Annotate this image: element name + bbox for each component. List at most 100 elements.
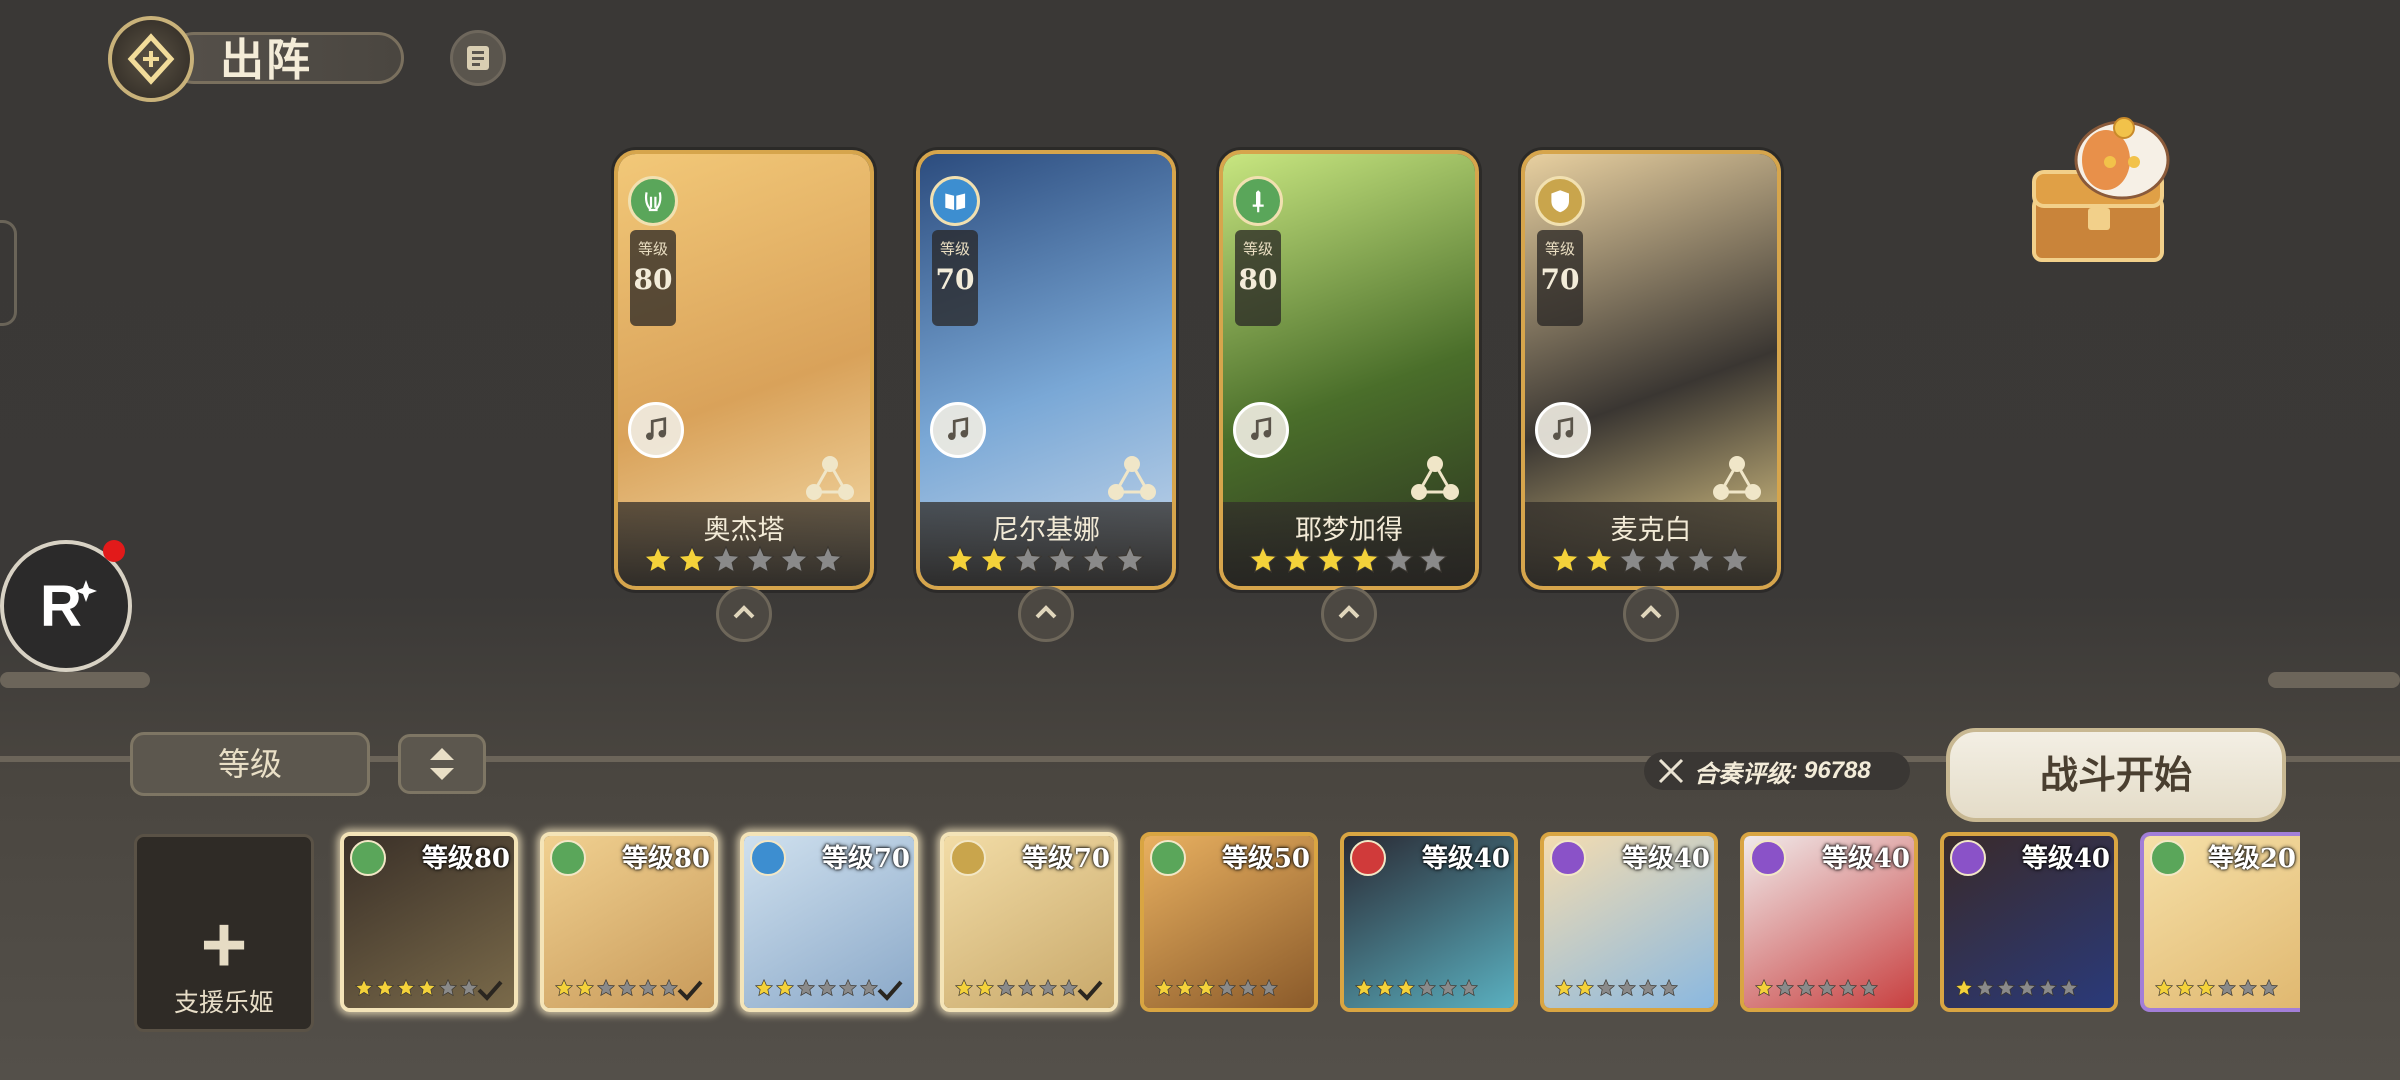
roster-card[interactable]: 等级20 [2140,832,2300,1012]
level-value: 70 [935,263,975,296]
star-filled-icon [1175,978,1195,998]
music-note-icon [1233,402,1289,458]
skill-tree-icon [1405,452,1465,508]
roster-card[interactable]: 等级80 [540,832,718,1012]
book-icon [930,176,980,226]
star-filled-icon [1549,544,1581,576]
roster-card[interactable]: 等级80 [340,832,518,1012]
roster-level: 等级80 [421,844,510,874]
promote-button[interactable] [716,586,772,642]
roster-card[interactable]: 等级40 [1540,832,1718,1012]
character-name: 耶梦加得 [1295,515,1403,546]
star-empty-icon [596,978,616,998]
star-empty-icon [1796,978,1816,998]
roster-card[interactable]: 等级40 [1940,832,2118,1012]
star-rating [1247,544,1457,576]
notes-button[interactable] [450,30,506,86]
lyre-icon [1550,840,1586,876]
team-card[interactable]: 等级 80 耶梦加得 [1219,150,1479,590]
star-empty-icon [1017,978,1037,998]
treasure-chest-icon [2032,117,2170,262]
team-card[interactable]: 等级 70 麦克白 [1521,150,1781,590]
ensemble-rating: 合奏评级 : 96788 [1644,752,1910,790]
treasure-chest-cat-button[interactable] [2014,112,2204,272]
music-note-icon [930,402,986,458]
notification-dot [103,540,125,562]
start-battle-button[interactable]: 战斗开始 [1946,728,2286,822]
lyre-icon [1750,840,1786,876]
roster-level: 等级40 [1621,844,1710,874]
promote-button[interactable] [1321,586,1377,642]
chevron-up-icon [1035,605,1057,619]
star-filled-icon [1554,978,1574,998]
star-rating [1954,978,2079,998]
skill-tree-icon [1102,452,1162,508]
star-empty-icon [1383,544,1415,576]
roster-level: 等级50 [1221,844,1310,874]
star-empty-icon [1859,978,1879,998]
team-card[interactable]: 等级 80 奥杰塔 [614,150,874,590]
roster-level: 等级70 [1021,844,1110,874]
star-filled-icon [754,978,774,998]
sort-order-toggle[interactable] [398,734,486,794]
name-bar: 耶梦加得 [1223,502,1475,586]
star-empty-icon [1719,544,1751,576]
star-filled-icon [2175,978,2195,998]
star-rating [1549,544,1759,576]
star-filled-icon [978,544,1010,576]
roster-level: 等级20 [2207,844,2296,874]
roster-level: 等级80 [621,844,710,874]
support-slot-button[interactable]: + 支援乐姬 [134,834,314,1032]
star-empty-icon [2238,978,2258,998]
sword-icon [1233,176,1283,226]
team-card[interactable]: 等级 70 尼尔基娜 [916,150,1176,590]
name-bar: 奥杰塔 [618,502,870,586]
star-empty-icon [1114,544,1146,576]
level-value: 80 [633,263,673,296]
selected-check-icon [676,978,704,1002]
star-filled-icon [2196,978,2216,998]
star-rating [642,544,852,576]
shield-icon [950,840,986,876]
star-filled-icon [1583,544,1615,576]
star-filled-icon [417,978,437,998]
side-drawer-handle[interactable] [0,220,17,326]
crossed-swords-icon [1658,758,1684,784]
star-filled-icon [944,544,976,576]
roster-card[interactable]: 等级50 [1140,832,1318,1012]
star-empty-icon [838,978,858,998]
star-empty-icon [1817,978,1837,998]
sort-by-level-button[interactable]: 等级 [130,732,370,796]
roster-level: 等级40 [2021,844,2110,874]
level-box: 等级 80 [630,230,676,326]
star-rating [1154,978,1279,998]
name-bar: 尼尔基娜 [920,502,1172,586]
mode-emblem-icon [108,16,194,102]
star-empty-icon [796,978,816,998]
roster-level: 等级40 [1821,844,1910,874]
level-value: 80 [1238,263,1278,296]
promote-button[interactable] [1018,586,1074,642]
chevron-up-icon [1338,605,1360,619]
star-rating [2154,978,2279,998]
plus-icon: + [200,900,248,989]
star-empty-icon [1080,544,1112,576]
star-empty-icon [744,544,776,576]
star-filled-icon [1354,978,1374,998]
star-empty-icon [2017,978,2037,998]
star-empty-icon [1596,978,1616,998]
star-empty-icon [1651,544,1683,576]
promote-button[interactable] [1623,586,1679,642]
level-box: 等级 70 [932,230,978,326]
roster-card[interactable]: 等级70 [740,832,918,1012]
roster-card[interactable]: 等级40 [1740,832,1918,1012]
level-label: 等级 [637,241,668,258]
star-filled-icon [1396,978,1416,998]
roster-card[interactable]: 等级40 [1340,832,1518,1012]
left-railing [0,672,150,688]
star-rating [944,544,1154,576]
star-empty-icon [1638,978,1658,998]
roster-card[interactable]: 等级70 [940,832,1118,1012]
star-filled-icon [1349,544,1381,576]
star-empty-icon [1046,544,1078,576]
